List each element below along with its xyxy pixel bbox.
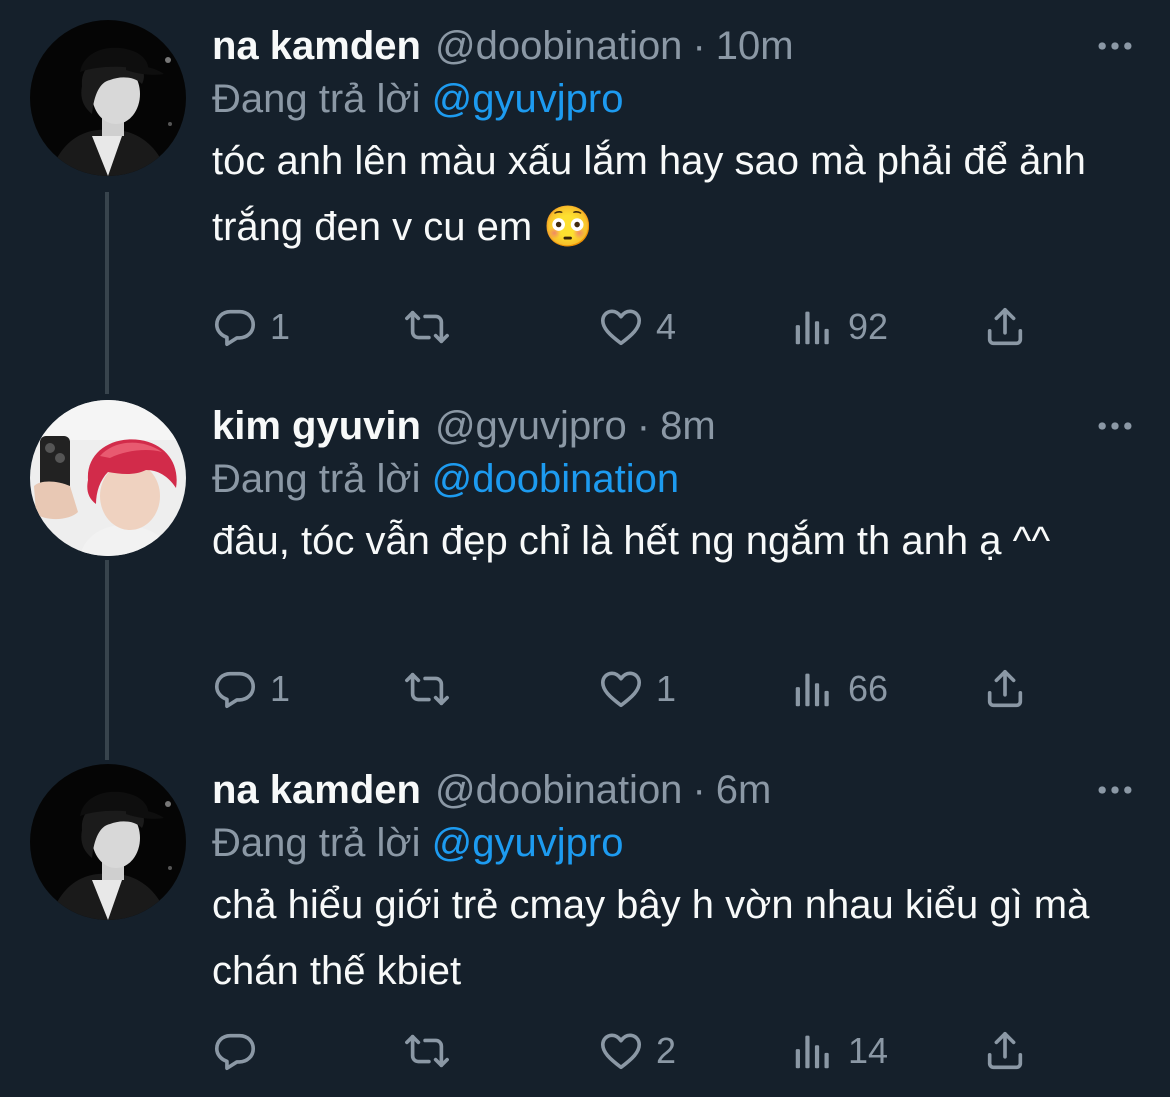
reply-icon — [212, 1028, 258, 1074]
like-count: 2 — [656, 1030, 677, 1071]
reply-count: 1 — [270, 306, 291, 347]
retweet-icon — [404, 304, 450, 350]
views-button[interactable]: 92 — [790, 302, 888, 352]
display-name[interactable]: na kamden — [212, 768, 421, 813]
reply-button[interactable]: 1 — [212, 302, 290, 352]
user-handle[interactable]: @doobination — [435, 24, 682, 69]
user-handle[interactable]: @doobination — [435, 768, 682, 813]
reply-icon — [212, 304, 258, 350]
avatar[interactable] — [30, 764, 186, 920]
reply-button[interactable]: 1 — [212, 664, 290, 714]
avatar-image — [30, 20, 186, 176]
like-icon — [598, 304, 644, 350]
avatar[interactable] — [30, 400, 186, 556]
display-name[interactable]: na kamden — [212, 24, 421, 69]
avatar-image — [30, 764, 186, 920]
tweet-text: tóc anh lên màu xấu lắm hay sao mà phải … — [212, 139, 1086, 249]
more-icon — [1093, 24, 1137, 68]
more-icon — [1093, 768, 1137, 812]
views-icon — [790, 304, 836, 350]
avatar[interactable] — [30, 20, 186, 176]
like-icon — [598, 1028, 644, 1074]
more-button[interactable] — [1090, 20, 1140, 72]
like-button[interactable]: 2 — [598, 1026, 676, 1076]
like-button[interactable]: 4 — [598, 302, 676, 352]
share-button[interactable] — [982, 664, 1028, 714]
like-count: 4 — [656, 306, 677, 347]
reply-icon — [212, 666, 258, 712]
like-icon — [598, 666, 644, 712]
action-bar: 1 4 92 — [212, 302, 1042, 352]
view-count: 14 — [848, 1030, 889, 1071]
share-icon — [982, 666, 1028, 712]
share-icon — [982, 1028, 1028, 1074]
tweet[interactable]: na kamden @doobination · 10m Đang trả lờ… — [0, 20, 1170, 370]
more-icon — [1093, 404, 1137, 448]
replying-prefix: Đang trả lời — [212, 77, 421, 121]
avatar-image — [30, 400, 186, 556]
timestamp[interactable]: 6m — [716, 768, 772, 813]
tweet-header: na kamden @doobination · 6m — [212, 764, 1140, 816]
tweet-header: kim gyuvin @gyuvjpro · 8m — [212, 400, 1140, 452]
views-button[interactable]: 66 — [790, 664, 888, 714]
view-count: 66 — [848, 668, 889, 709]
tweet[interactable]: kim gyuvin @gyuvjpro · 8m Đang trả lời @… — [0, 400, 1170, 750]
display-name[interactable]: kim gyuvin — [212, 404, 421, 449]
more-button[interactable] — [1090, 400, 1140, 452]
tweet-header: na kamden @doobination · 10m — [212, 20, 1140, 72]
retweet-icon — [404, 666, 450, 712]
like-button[interactable]: 1 — [598, 664, 676, 714]
views-button[interactable]: 14 — [790, 1026, 888, 1076]
views-icon — [790, 666, 836, 712]
mention-link[interactable]: @gyuvjpro — [432, 77, 624, 121]
retweet-button[interactable] — [404, 1026, 462, 1076]
retweet-button[interactable] — [404, 664, 462, 714]
more-button[interactable] — [1090, 764, 1140, 816]
share-button[interactable] — [982, 302, 1028, 352]
separator: · — [636, 403, 651, 448]
replying-to: Đang trả lời @doobination — [212, 454, 1140, 504]
separator: · — [692, 767, 706, 812]
like-count: 1 — [656, 668, 677, 709]
tweet[interactable]: na kamden @doobination · 6m Đang trả lời… — [0, 764, 1170, 1094]
views-icon — [790, 1028, 836, 1074]
replying-to: Đang trả lời @gyuvjpro — [212, 818, 1140, 868]
mention-link[interactable]: @gyuvjpro — [432, 821, 624, 865]
timestamp[interactable]: 8m — [660, 404, 716, 449]
retweet-icon — [404, 1028, 450, 1074]
action-bar: 1 1 66 — [212, 664, 1042, 714]
tweet-text: đâu, tóc vẫn đẹp chỉ là hết ng ngắm th a… — [212, 519, 1051, 563]
share-button[interactable] — [982, 1026, 1028, 1076]
separator: · — [692, 23, 706, 68]
replying-to: Đang trả lời @gyuvjpro — [212, 74, 1140, 124]
replying-prefix: Đang trả lời — [212, 457, 421, 501]
reply-count: 1 — [270, 668, 291, 709]
action-bar: 2 14 — [212, 1026, 1042, 1076]
share-icon — [982, 304, 1028, 350]
tweet-text: chả hiểu giới trẻ cmay bây h vờn nhau ki… — [212, 883, 1090, 993]
timestamp[interactable]: 10m — [716, 24, 794, 69]
user-handle[interactable]: @gyuvjpro — [435, 404, 627, 449]
retweet-button[interactable] — [404, 302, 462, 352]
replying-prefix: Đang trả lời — [212, 821, 421, 865]
view-count: 92 — [848, 306, 889, 347]
mention-link[interactable]: @doobination — [432, 457, 679, 501]
reply-button[interactable] — [212, 1026, 270, 1076]
